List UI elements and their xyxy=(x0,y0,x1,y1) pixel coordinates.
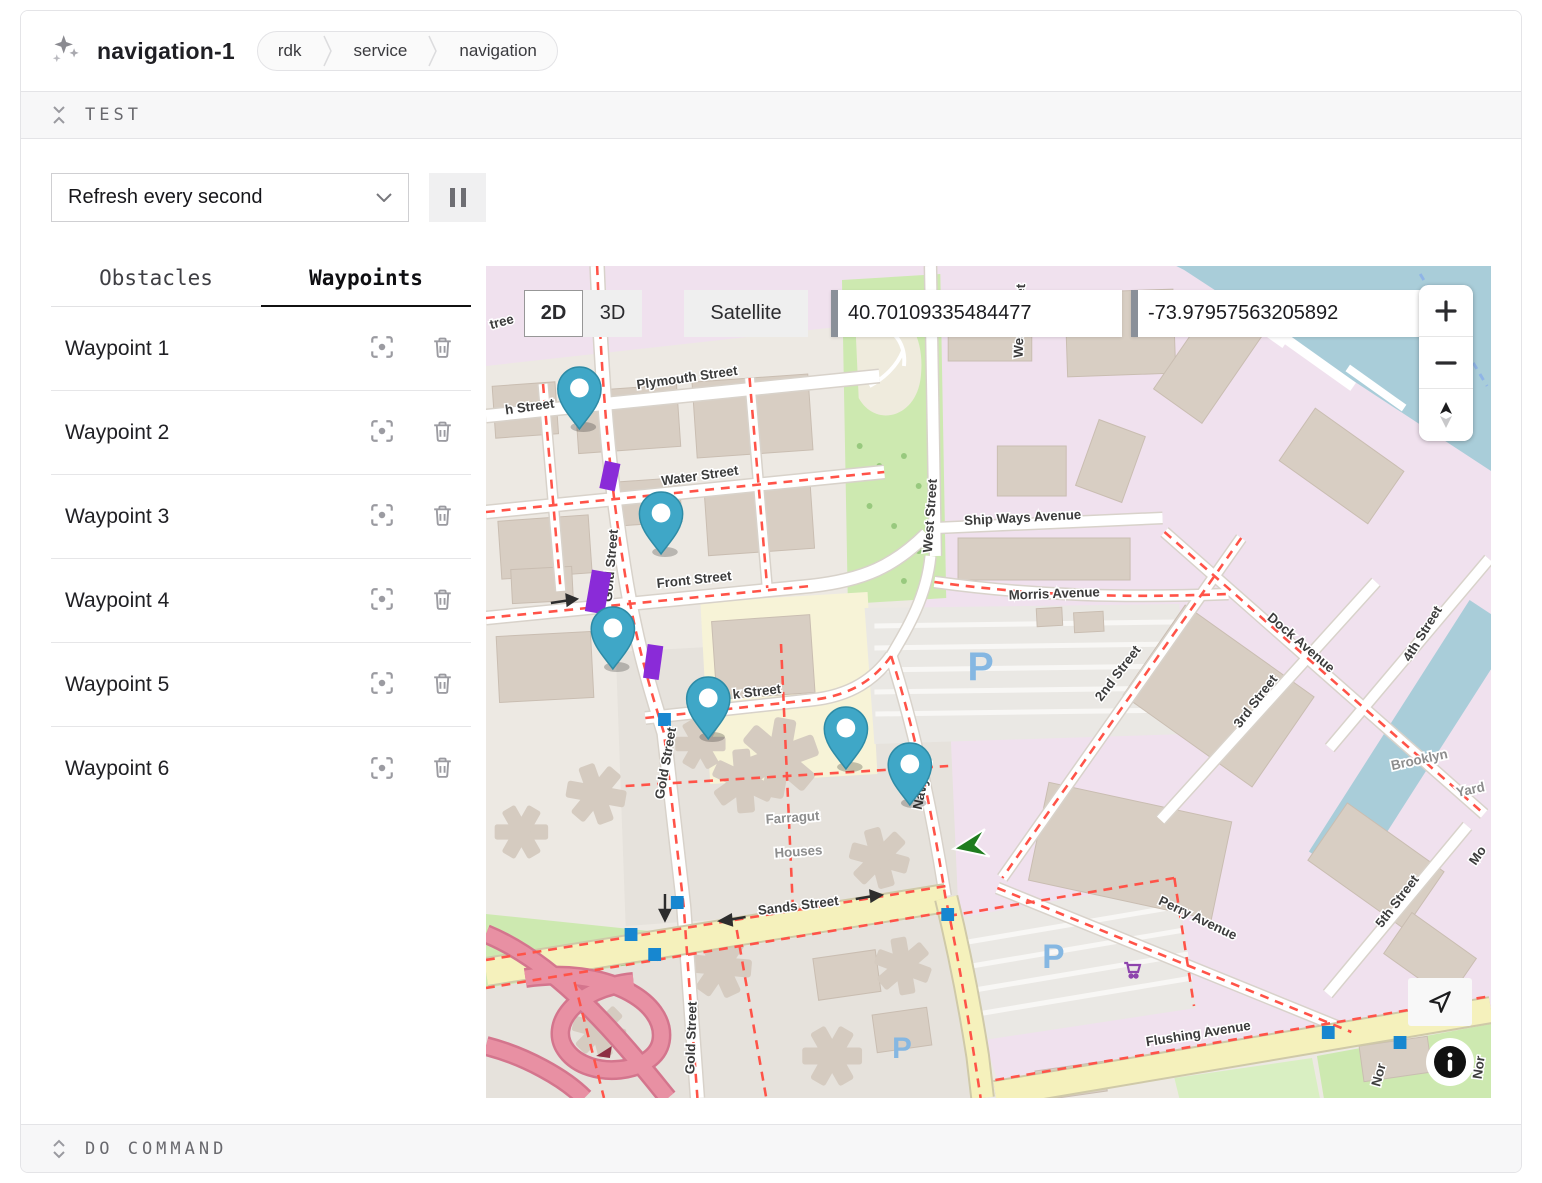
focus-icon xyxy=(369,334,395,360)
focus-icon xyxy=(369,670,395,696)
map-canvas[interactable]: P P P tree xyxy=(486,266,1491,1098)
refresh-interval-select[interactable]: Refresh every second xyxy=(51,173,409,222)
zoom-in-button[interactable] xyxy=(1419,285,1473,337)
street-label-morris: Morris Avenue xyxy=(1008,584,1100,602)
plus-icon xyxy=(1435,300,1457,322)
satellite-toggle-button[interactable]: Satellite xyxy=(684,290,808,337)
breadcrumb: rdk service navigation xyxy=(257,31,558,71)
map-container: P P P tree xyxy=(486,266,1491,1098)
latitude-field xyxy=(831,290,1122,337)
delete-waypoint-button[interactable] xyxy=(427,670,457,700)
info-icon xyxy=(1433,1045,1467,1079)
map-view-toggle: 2D 3D xyxy=(524,290,642,337)
breadcrumb-navigation: navigation xyxy=(439,32,557,70)
focus-icon xyxy=(369,502,395,528)
tab-obstacles[interactable]: Obstacles xyxy=(51,266,261,306)
tab-waypoints[interactable]: Waypoints xyxy=(261,266,471,307)
longitude-field xyxy=(1131,290,1422,337)
waypoint-row: Waypoint 1 xyxy=(51,307,471,391)
breadcrumb-chevron-icon xyxy=(322,32,334,70)
map-info-button[interactable] xyxy=(1426,1038,1474,1086)
refresh-interval-value: Refresh every second xyxy=(68,186,263,209)
street-label-gold: Gold Street xyxy=(682,1001,699,1075)
waypoint-name: Waypoint 4 xyxy=(65,589,337,613)
delete-waypoint-button[interactable] xyxy=(427,502,457,532)
focus-waypoint-button[interactable] xyxy=(367,586,397,616)
refresh-controls: Refresh every second xyxy=(21,139,1521,222)
page-title: navigation-1 xyxy=(97,38,235,65)
delete-waypoint-button[interactable] xyxy=(427,754,457,784)
trash-icon xyxy=(430,587,455,612)
minus-icon xyxy=(1435,352,1457,374)
do-command-section-header[interactable]: DO COMMAND xyxy=(21,1124,1521,1172)
longitude-drag-handle[interactable] xyxy=(1131,290,1138,337)
waypoint-name: Waypoint 1 xyxy=(65,337,337,361)
waypoint-name: Waypoint 3 xyxy=(65,505,337,529)
parking-p-glyph: P xyxy=(968,645,994,689)
navigation-service-card: navigation-1 rdk service navigation TEST… xyxy=(20,10,1522,1173)
pause-refresh-button[interactable] xyxy=(429,173,486,222)
test-section-label: TEST xyxy=(85,105,142,125)
zoom-out-button[interactable] xyxy=(1419,337,1473,389)
focus-waypoint-button[interactable] xyxy=(367,670,397,700)
focus-icon xyxy=(369,586,395,612)
delete-waypoint-button[interactable] xyxy=(427,586,457,616)
do-command-section-label: DO COMMAND xyxy=(85,1139,227,1159)
parking-p-glyph: P xyxy=(1042,938,1064,976)
view-3d-button[interactable]: 3D xyxy=(583,290,642,337)
delete-waypoint-button[interactable] xyxy=(427,418,457,448)
breadcrumb-rdk: rdk xyxy=(258,32,322,70)
waypoint-row: Waypoint 5 xyxy=(51,643,471,727)
compass-bearing-button[interactable] xyxy=(1419,389,1473,441)
focus-icon xyxy=(369,755,395,781)
latitude-input[interactable] xyxy=(838,290,1123,337)
view-2d-button[interactable]: 2D xyxy=(524,290,583,337)
focus-waypoint-button[interactable] xyxy=(367,334,397,364)
chevron-down-icon xyxy=(376,193,392,202)
waypoint-row: Waypoint 3 xyxy=(51,475,471,559)
panel-tabs: Obstacles Waypoints xyxy=(51,266,471,307)
trash-icon xyxy=(430,671,455,696)
main-content: Obstacles Waypoints Waypoint 1 Waypoint … xyxy=(21,222,1521,1124)
longitude-input[interactable] xyxy=(1138,290,1423,337)
waypoints-panel: Obstacles Waypoints Waypoint 1 Waypoint … xyxy=(51,266,471,1098)
locate-robot-button[interactable] xyxy=(1408,978,1472,1026)
latitude-drag-handle[interactable] xyxy=(831,290,838,337)
waypoint-row: Waypoint 2 xyxy=(51,391,471,475)
waypoint-name: Waypoint 6 xyxy=(65,757,337,781)
breadcrumb-service: service xyxy=(334,32,428,70)
collapse-icon xyxy=(51,105,67,125)
pause-icon xyxy=(450,188,455,207)
focus-icon xyxy=(369,418,395,444)
waypoint-row: Waypoint 4 xyxy=(51,559,471,643)
trash-icon xyxy=(430,335,455,360)
navigation-arrow-icon xyxy=(1427,989,1453,1015)
waypoint-name: Waypoint 5 xyxy=(65,673,337,697)
focus-waypoint-button[interactable] xyxy=(367,754,397,784)
breadcrumb-chevron-icon xyxy=(427,32,439,70)
focus-waypoint-button[interactable] xyxy=(367,502,397,532)
trash-icon xyxy=(430,755,455,780)
trash-icon xyxy=(430,503,455,528)
parking-p-glyph: P xyxy=(892,1032,912,1065)
card-header: navigation-1 rdk service navigation xyxy=(21,11,1521,91)
compass-needle-icon xyxy=(1436,401,1456,429)
delete-waypoint-button[interactable] xyxy=(427,334,457,364)
map-zoom-control xyxy=(1419,285,1473,441)
focus-waypoint-button[interactable] xyxy=(367,418,397,448)
waypoint-name: Waypoint 2 xyxy=(65,421,337,445)
waypoint-row: Waypoint 6 xyxy=(51,727,471,811)
sparkles-service-icon xyxy=(51,34,81,69)
expand-icon xyxy=(51,1139,67,1159)
trash-icon xyxy=(430,419,455,444)
test-section-header[interactable]: TEST xyxy=(21,91,1521,139)
